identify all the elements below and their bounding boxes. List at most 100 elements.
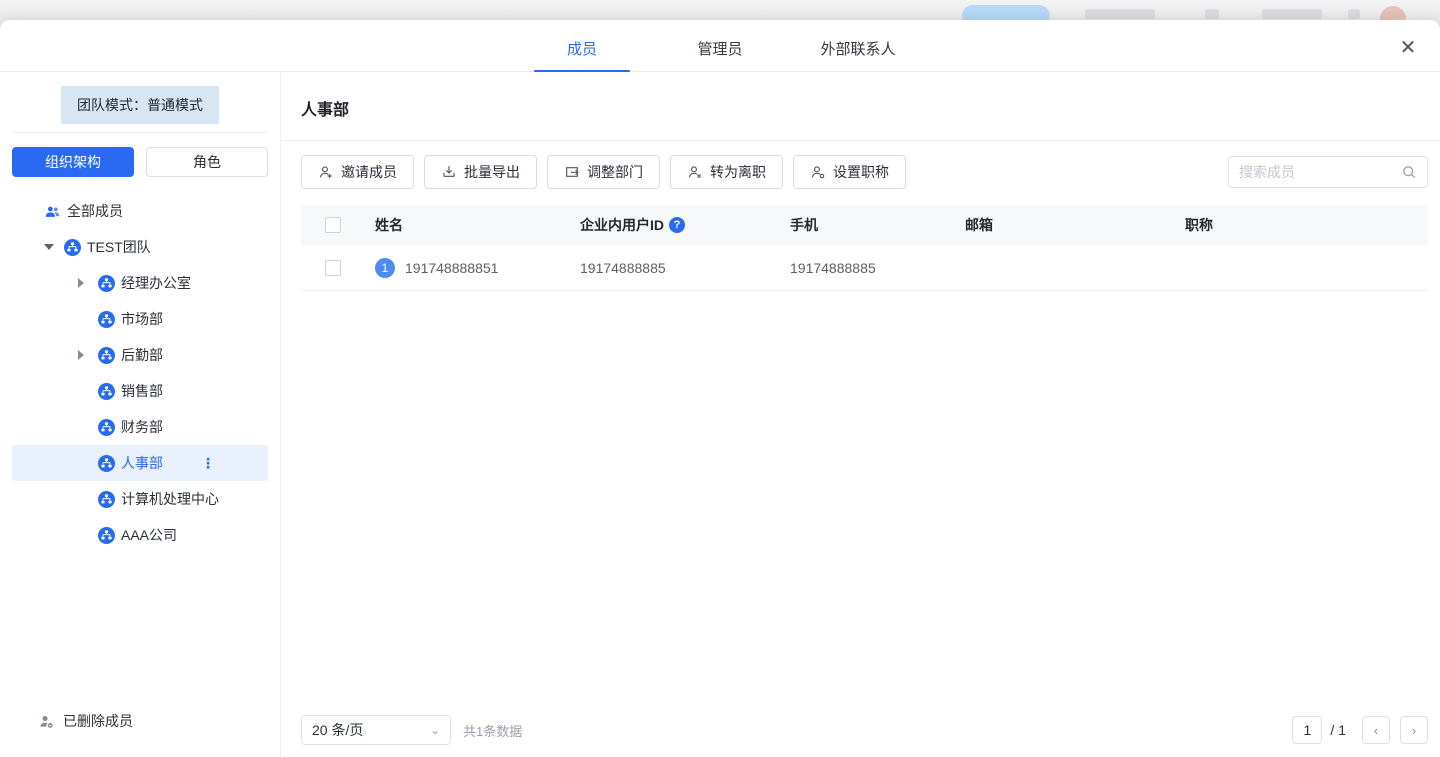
column-header-job-title: 职称 — [1185, 215, 1428, 235]
tree-item-label: 计算机处理中心 — [121, 489, 219, 509]
background-avatar — [1380, 6, 1406, 20]
tab-admins[interactable]: 管理员 — [672, 24, 768, 71]
background-page-strip — [0, 0, 1440, 20]
tree-item-label: 人事部 — [121, 453, 163, 473]
page-title: 人事部 — [301, 96, 1428, 120]
page-size-value: 20 条/页 — [312, 720, 363, 740]
deleted-members-link[interactable]: 已删除成员 — [38, 711, 133, 731]
table-header-row: 姓名 企业内用户ID ? 手机 邮箱 职称 — [301, 205, 1428, 245]
team-mode-badge: 团队模式：普通模式 — [61, 86, 219, 124]
deleted-members-label: 已删除成员 — [63, 711, 133, 731]
tree-item-test-team[interactable]: TEST团队 — [0, 229, 280, 265]
tree-item-label: 经理办公室 — [121, 273, 191, 293]
tab-bar: 成员 管理员 外部联系人 — [534, 24, 906, 71]
role-button[interactable]: 角色 — [146, 147, 268, 177]
help-icon[interactable]: ? — [669, 217, 685, 233]
tree-item-label: 销售部 — [121, 381, 163, 401]
button-label: 邀请成员 — [341, 162, 397, 182]
table-row[interactable]: 1 191748888851 19174888885 19174888885 — [301, 245, 1428, 291]
button-label: 转为离职 — [710, 162, 766, 182]
close-icon[interactable]: ✕ — [1394, 34, 1422, 62]
background-ghost — [1262, 9, 1322, 19]
button-label: 批量导出 — [464, 162, 520, 182]
person-add-icon — [318, 164, 334, 180]
prev-page-button[interactable]: ‹ — [1362, 716, 1390, 744]
kebab-menu-icon[interactable]: ⋮ — [201, 456, 215, 470]
pagination-bar: 20 条/页 ⌄ 共1条数据 / 1 ‹ › — [301, 715, 1428, 757]
org-sidebar: 团队模式：普通模式 组织架构 角色 全部成员 TEST团队 — [0, 72, 281, 757]
search-box — [1228, 156, 1428, 188]
background-ghost — [1205, 9, 1219, 19]
button-label: 设置职称 — [833, 162, 889, 182]
tree-item-logistics[interactable]: 后勤部 — [0, 337, 280, 373]
cell-user-id: 19174888885 — [580, 260, 790, 276]
cell-name: 191748888851 — [405, 260, 498, 276]
department-icon — [98, 311, 115, 328]
tree-item-sales[interactable]: 销售部 — [0, 373, 280, 409]
tree-item-finance[interactable]: 财务部 — [0, 409, 280, 445]
background-pill — [962, 5, 1050, 20]
set-job-title-button[interactable]: 设置职称 — [793, 155, 906, 189]
person-remove-icon — [687, 164, 703, 180]
button-label: 调整部门 — [587, 162, 643, 182]
divider — [281, 140, 1440, 141]
total-count-label: 共1条数据 — [463, 721, 522, 740]
total-pages-label: / 1 — [1330, 722, 1346, 738]
tree-item-aaa-company[interactable]: AAA公司 — [0, 517, 280, 553]
search-input[interactable] — [1239, 164, 1401, 180]
member-management-modal: 成员 管理员 外部联系人 ✕ 团队模式：普通模式 组织架构 角色 全部成员 — [0, 20, 1440, 757]
tree-item-label: 市场部 — [121, 309, 163, 329]
tree-item-label: TEST团队 — [87, 237, 151, 257]
background-ghost — [1085, 9, 1155, 19]
avatar: 1 — [375, 258, 395, 278]
chevron-down-icon: ⌄ — [430, 723, 440, 737]
deleted-member-icon — [38, 713, 55, 730]
caret-down-icon[interactable] — [44, 244, 64, 250]
caret-right-icon[interactable] — [78, 350, 98, 360]
tree-item-label: AAA公司 — [121, 525, 177, 545]
tree-item-manager-office[interactable]: 经理办公室 — [0, 265, 280, 301]
caret-right-icon[interactable] — [78, 278, 98, 288]
column-header-email: 邮箱 — [965, 215, 1185, 235]
department-icon — [98, 527, 115, 544]
cell-phone: 19174888885 — [790, 260, 965, 276]
tree-item-all-members[interactable]: 全部成员 — [0, 193, 280, 229]
dept-transfer-icon — [564, 164, 580, 180]
modal-header: 成员 管理员 外部联系人 ✕ — [0, 20, 1440, 72]
tree-item-label: 全部成员 — [67, 201, 123, 221]
tab-external-contacts[interactable]: 外部联系人 — [810, 24, 906, 71]
department-icon — [98, 491, 115, 508]
tree-item-label: 后勤部 — [121, 345, 163, 365]
department-icon — [98, 275, 115, 292]
tab-members[interactable]: 成员 — [534, 24, 630, 71]
download-icon — [441, 164, 457, 180]
tree-item-marketing[interactable]: 市场部 — [0, 301, 280, 337]
page-size-select[interactable]: 20 条/页 ⌄ — [301, 715, 451, 745]
batch-export-button[interactable]: 批量导出 — [424, 155, 537, 189]
tree-item-label: 财务部 — [121, 417, 163, 437]
row-checkbox[interactable] — [325, 260, 341, 276]
members-table: 姓名 企业内用户ID ? 手机 邮箱 职称 1 191748888851 1 — [301, 205, 1428, 291]
column-header-name: 姓名 — [375, 215, 580, 235]
invite-member-button[interactable]: 邀请成员 — [301, 155, 414, 189]
tree-item-computer-center[interactable]: 计算机处理中心 — [0, 481, 280, 517]
adjust-department-button[interactable]: 调整部门 — [547, 155, 660, 189]
tree-item-hr-selected[interactable]: 人事部 ⋮ — [12, 445, 268, 481]
department-icon — [64, 239, 81, 256]
person-gear-icon — [810, 164, 826, 180]
background-ghost — [1348, 9, 1360, 19]
resign-member-button[interactable]: 转为离职 — [670, 155, 783, 189]
toolbar: 邀请成员 批量导出 调整部门 转为离职 设置职称 — [301, 155, 1428, 189]
department-icon — [98, 347, 115, 364]
sidebar-segment-toggle: 组织架构 角色 — [12, 147, 268, 177]
members-group-icon — [44, 203, 61, 220]
select-all-checkbox[interactable] — [325, 217, 341, 233]
search-icon[interactable] — [1401, 164, 1417, 180]
department-icon — [98, 455, 115, 472]
next-page-button[interactable]: › — [1400, 716, 1428, 744]
org-structure-button[interactable]: 组织架构 — [12, 147, 134, 177]
current-page-input[interactable] — [1292, 716, 1322, 744]
department-icon — [98, 383, 115, 400]
main-panel: 人事部 邀请成员 批量导出 调整部门 转为离职 — [281, 72, 1440, 757]
pager: / 1 ‹ › — [1292, 716, 1428, 744]
